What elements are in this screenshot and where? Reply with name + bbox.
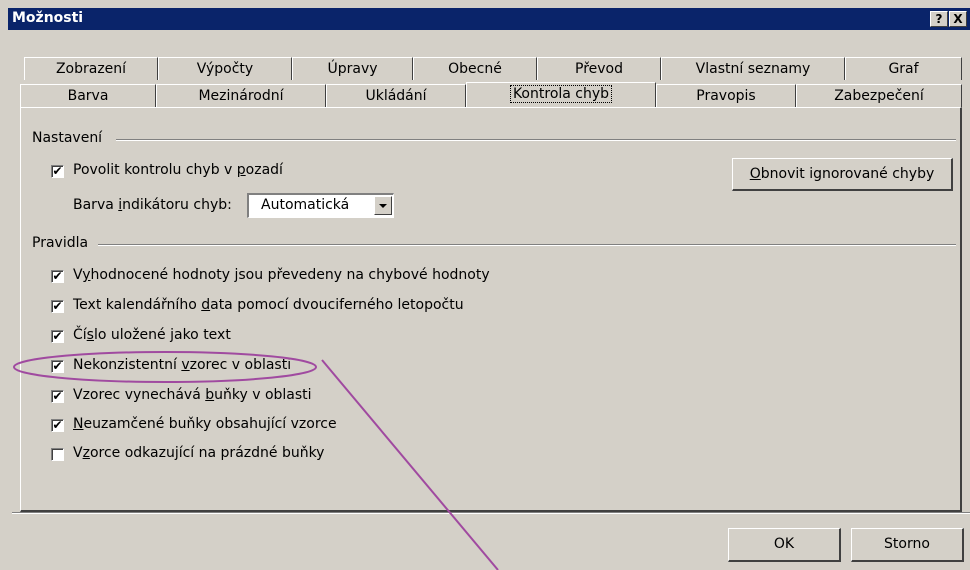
tab-obecne[interactable]: Obecné xyxy=(413,57,537,80)
tab-vypocty[interactable]: Výpočty xyxy=(158,57,292,80)
rule-checkbox[interactable]: ✔ xyxy=(51,300,64,313)
tab-label: Výpočty xyxy=(196,61,254,77)
rule-checkbox[interactable]: ✔ xyxy=(51,360,64,373)
tab-barva[interactable]: Barva xyxy=(20,84,156,107)
window-title: Možnosti xyxy=(12,10,84,26)
indicator-color-label: Barva indikátoru chyb: xyxy=(73,197,232,213)
tab-label: Mezinárodní xyxy=(198,88,284,104)
tab-zobrazeni[interactable]: Zobrazení xyxy=(24,57,158,80)
help-button[interactable]: ? xyxy=(930,11,948,27)
checkmark-icon: ✔ xyxy=(52,389,63,403)
checkmark-icon: ✔ xyxy=(52,269,63,283)
tab-label: Úpravy xyxy=(327,61,378,77)
settings-group-divider xyxy=(116,139,956,141)
tab-label: Pravopis xyxy=(696,88,756,104)
rule-label[interactable]: Text kalendářního data pomocí dvoucifern… xyxy=(73,297,464,313)
checkmark-icon: ✔ xyxy=(52,299,63,313)
tab-label: Graf xyxy=(888,61,919,77)
background-check-checkbox[interactable]: ✔ xyxy=(51,165,64,178)
tab-label: Vlastní seznamy xyxy=(695,61,811,77)
rule-label[interactable]: Číslo uložené jako text xyxy=(73,327,231,343)
background-check-label[interactable]: Povolit kontrolu chyb v pozadí xyxy=(73,162,283,178)
close-button[interactable]: X xyxy=(949,11,967,27)
ok-button[interactable]: OK xyxy=(728,528,841,562)
tab-kontrola-chyb[interactable]: Kontrola chyb xyxy=(466,82,656,107)
tab-vlastni-seznamy[interactable]: Vlastní seznamy xyxy=(661,57,845,80)
rule-checkbox[interactable]: ✔ xyxy=(51,419,64,432)
tab-label: Převod xyxy=(575,61,623,77)
tab-label: Zabezpečení xyxy=(834,88,924,104)
rules-group-label: Pravidla xyxy=(32,235,95,251)
tab-label: Obecné xyxy=(448,61,502,77)
indicator-color-select[interactable]: Automatická xyxy=(247,193,394,218)
reset-ignored-errors-button[interactable]: Obnovit ignorované chyby xyxy=(732,158,953,191)
title-bar[interactable]: Možnosti ? X xyxy=(8,8,970,30)
rule-label[interactable]: Neuzamčené buňky obsahující vzorce xyxy=(73,416,337,432)
tab-label: Ukládání xyxy=(365,88,427,104)
checkmark-icon: ✔ xyxy=(52,359,63,373)
tab-label: Zobrazení xyxy=(55,61,127,77)
rule-checkbox[interactable]: ✔ xyxy=(51,330,64,343)
tab-prevod[interactable]: Převod xyxy=(537,57,661,80)
tab-upravy[interactable]: Úpravy xyxy=(292,57,413,80)
checkmark-icon: ✔ xyxy=(52,329,63,343)
rule-checkbox[interactable]: ✔ xyxy=(51,270,64,283)
indicator-color-value: Automatická xyxy=(261,197,350,213)
options-dialog: Možnosti ? X Zobrazení Výpočty Úpravy Ob… xyxy=(0,0,970,570)
rules-group-divider xyxy=(98,244,956,246)
rule-checkbox[interactable] xyxy=(51,448,64,461)
tab-pravopis[interactable]: Pravopis xyxy=(656,84,796,107)
tab-label: Kontrola chyb xyxy=(509,85,613,103)
tab-mezinarodni[interactable]: Mezinárodní xyxy=(156,84,326,107)
tab-graf[interactable]: Graf xyxy=(845,57,962,80)
cancel-button[interactable]: Storno xyxy=(851,528,964,562)
dropdown-arrow-icon[interactable] xyxy=(374,196,392,215)
rule-label[interactable]: Vzorce odkazující na prázdné buňky xyxy=(73,445,324,461)
checkmark-icon: ✔ xyxy=(52,164,63,178)
settings-group-label: Nastavení xyxy=(32,130,109,146)
checkmark-icon: ✔ xyxy=(52,418,63,432)
rule-checkbox[interactable]: ✔ xyxy=(51,390,64,403)
rule-label[interactable]: Vzorec vynechává buňky v oblasti xyxy=(73,387,312,403)
tab-ukladani[interactable]: Ukládání xyxy=(326,84,466,107)
tab-zabezpeceni[interactable]: Zabezpečení xyxy=(796,84,962,107)
footer-divider xyxy=(12,512,970,514)
rule-label[interactable]: Vyhodnocené hodnoty jsou převedeny na ch… xyxy=(73,267,490,283)
tab-label: Barva xyxy=(67,88,109,104)
rule-label[interactable]: Nekonzistentní vzorec v oblasti xyxy=(73,357,291,373)
